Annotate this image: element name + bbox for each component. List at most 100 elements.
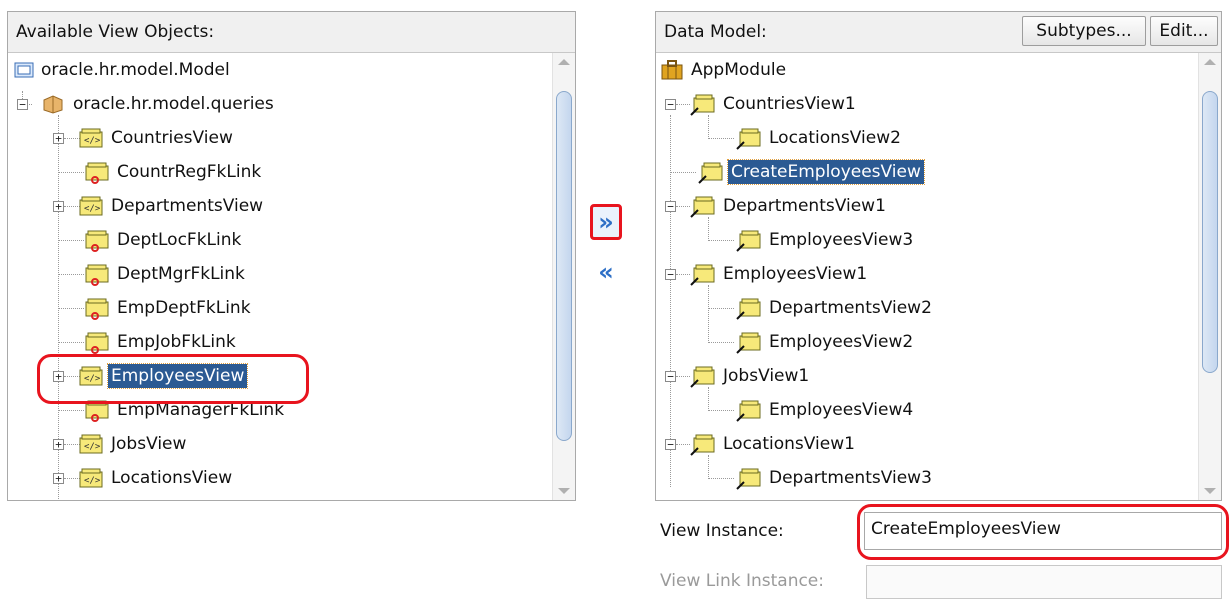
scroll-down-arrow-icon[interactable] [1204,488,1216,494]
briefcase-icon [660,60,684,80]
data-model-tree[interactable]: AppModule − CountriesView1 LocationsView… [656,53,1199,500]
scroll-thumb[interactable] [1202,91,1218,373]
expand-icon[interactable]: + [53,438,64,450]
tree-item-employees-view4[interactable]: EmployeesView4 [736,395,916,425]
collapse-icon[interactable]: − [665,268,676,280]
view-instance-icon [736,400,762,422]
tree-item-label: EmpJobFkLink [117,332,236,352]
tree-item-label: LocationsView1 [723,434,855,454]
tree-item-emp-manager-fk-link[interactable]: EmpManagerFkLink [84,395,287,425]
remove-from-data-model-button[interactable]: « [592,258,620,286]
data-model-title: Data Model: [664,22,767,42]
folder-icon [14,62,34,78]
package-icon [40,94,66,114]
tree-item-locations-view2[interactable]: LocationsView2 [736,123,904,153]
tree-item-label: JobsView1 [723,366,810,386]
expand-icon[interactable]: + [53,472,64,484]
add-to-data-model-button[interactable]: » [590,204,622,240]
view-instance-icon [690,366,716,388]
edit-button[interactable]: Edit... [1150,16,1218,46]
tree-item-label: EmpDeptFkLink [117,298,251,318]
expand-icon[interactable]: + [53,370,64,382]
view-instance-icon [736,332,762,354]
tree-item-emp-dept-fk-link[interactable]: EmpDeptFkLink [84,293,254,323]
view-instance-input[interactable]: CreateEmployeesView [864,512,1222,550]
tree-item-dept-loc-fk-link[interactable]: DeptLocFkLink [84,225,244,255]
tree-item-employees-view3[interactable]: EmployeesView3 [736,225,916,255]
svg-text:</>: </> [84,374,101,384]
tree-item-label: EmployeesView [106,363,249,389]
tree-item-countr-reg-fk-link[interactable]: CountrRegFkLink [84,157,264,187]
tree-item-model-package[interactable]: oracle.hr.model.Model [14,55,233,85]
view-instance-icon [736,128,762,150]
data-model-header: Data Model: Subtypes... Edit... [656,12,1221,53]
tree-item-departments-view1[interactable]: − DepartmentsView1 [665,191,889,221]
tree-item-employees-view2[interactable]: EmployeesView2 [736,327,916,357]
tree-item-label: DepartmentsView [111,196,264,216]
view-link-icon [84,264,110,286]
tree-item-create-employees-view[interactable]: CreateEmployeesView [698,157,925,187]
tree-item-label: DepartmentsView2 [769,298,932,318]
tree-item-label: CountriesView [111,128,233,148]
tree-item-employees-view1[interactable]: − EmployeesView1 [665,259,870,289]
tree-item-label: EmployeesView1 [723,264,868,284]
view-link-icon [84,162,110,184]
view-instance-icon [690,94,716,116]
tree-item-departments-view[interactable]: + </> DepartmentsView [53,191,266,221]
tree-item-label: LocationsView2 [769,128,901,148]
view-link-icon [84,332,110,354]
tree-item-locations-view[interactable]: + </> LocationsView [53,463,235,493]
svg-text:</>: </> [84,476,101,486]
right-tree-scrollbar[interactable] [1198,53,1221,500]
tree-item-emp-job-fk-link[interactable]: EmpJobFkLink [84,327,239,357]
tree-item-label: EmpManagerFkLink [117,400,285,420]
tree-item-jobs-view[interactable]: + </> JobsView [53,429,189,459]
tree-item-departments-view2[interactable]: DepartmentsView2 [736,293,935,323]
left-tree-scrollbar[interactable] [552,53,575,500]
tree-item-dept-mgr-fk-link[interactable]: DeptMgrFkLink [84,259,248,289]
tree-item-label: LocationsView [111,468,233,488]
expand-icon[interactable]: + [53,132,64,144]
svg-text:</>: </> [84,442,101,452]
tree-item-employees-view[interactable]: + </> EmployeesView [53,361,249,391]
view-instance-icon [698,162,724,184]
tree-item-label: CountrRegFkLink [117,162,262,182]
collapse-icon[interactable]: − [17,98,28,110]
tree-item-app-module[interactable]: AppModule [660,55,789,85]
scroll-down-arrow-icon[interactable] [558,488,570,494]
available-view-objects-title: Available View Objects: [16,22,215,42]
view-instance-icon [690,434,716,456]
tree-item-queries-package[interactable]: − oracle.hr.model.queries [17,89,277,119]
collapse-icon[interactable]: − [665,98,676,110]
tree-item-countries-view[interactable]: + </> CountriesView [53,123,236,153]
tree-item-locations-view1[interactable]: − LocationsView1 [665,429,858,459]
view-instance-icon [736,230,762,252]
scroll-up-arrow-icon[interactable] [1204,59,1216,65]
scroll-up-arrow-icon[interactable] [558,59,570,65]
expand-icon[interactable]: + [53,200,64,212]
tree-item-jobs-view1[interactable]: − JobsView1 [665,361,812,391]
view-object-icon: </> [78,434,104,454]
data-model-panel: Data Model: Subtypes... Edit... AppModul… [655,11,1222,501]
view-object-icon: </> [78,366,104,386]
subtypes-button[interactable]: Subtypes... [1022,16,1146,46]
view-instance-icon [690,196,716,218]
tree-item-departments-view3[interactable]: DepartmentsView3 [736,463,935,493]
tree-item-label: EmployeesView3 [769,230,914,250]
view-object-icon: </> [78,128,104,148]
tree-item-label: DeptLocFkLink [117,230,242,250]
collapse-icon[interactable]: − [665,370,676,382]
available-view-objects-tree[interactable]: oracle.hr.model.Model − oracle.hr.model.… [8,53,553,500]
tree-item-label: JobsView [111,434,187,454]
collapse-icon[interactable]: − [665,438,676,450]
scroll-thumb[interactable] [556,91,572,441]
svg-text:</>: </> [84,204,101,214]
tree-item-label: CreateEmployeesView [727,159,925,185]
tree-item-label: DeptMgrFkLink [117,264,245,284]
tree-item-label: DepartmentsView3 [769,468,932,488]
view-link-icon [84,230,110,252]
svg-text:</>: </> [84,136,101,146]
tree-item-countries-view1[interactable]: − CountriesView1 [665,89,859,119]
tree-item-label: EmployeesView2 [769,332,914,352]
collapse-icon[interactable]: − [665,200,676,212]
